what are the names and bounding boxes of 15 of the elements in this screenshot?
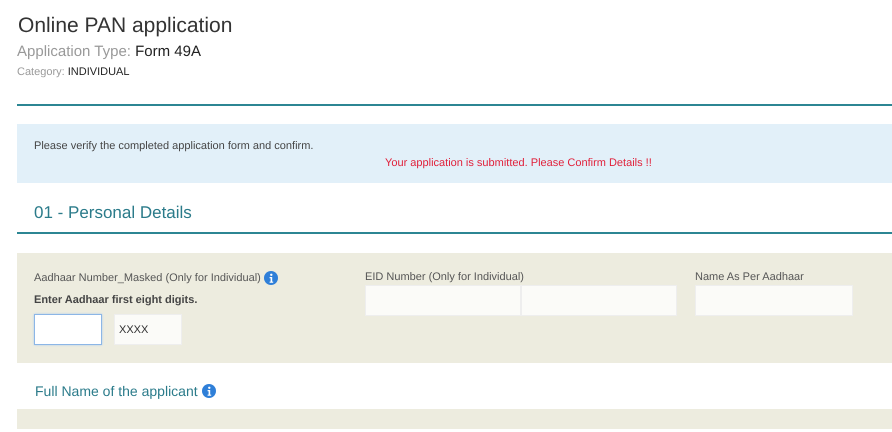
info-icon[interactable] [202,384,216,398]
field-label: EID Number (Only for Individual) [365,271,524,283]
page-title: Online PAN application [18,14,234,38]
category: Category: INDIVIDUAL [17,66,130,78]
application-type: Application Type: Form 49A [17,43,202,60]
field-hint: Enter Aadhaar first eight digits. [34,294,198,306]
field-label: Name As Per Aadhaar [695,271,804,283]
info-icon[interactable] [264,271,278,285]
section-title: Full Name of the applicant [35,383,198,399]
input-field[interactable] [34,314,102,345]
section-title: 01 - Personal Details [33,202,193,224]
notice-message: Please verify the completed application form and confirm. [34,140,314,152]
alert-message: Your application is submitted. Please Confirm Details !! [385,157,653,169]
field-label: Aadhaar Number_Masked (Only for Individual) [34,272,261,284]
input-field[interactable]: XXXX [114,314,182,345]
